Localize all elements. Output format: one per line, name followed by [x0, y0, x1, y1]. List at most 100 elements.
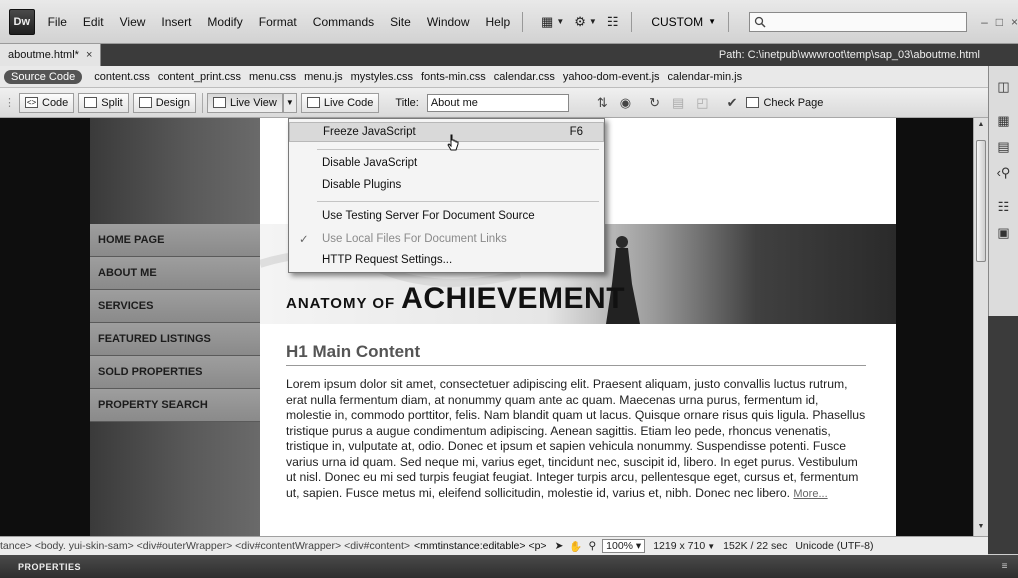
main-heading[interactable]: H1 Main Content — [286, 342, 866, 366]
related-file[interactable]: fonts-min.css — [421, 71, 486, 83]
live-code-button[interactable]: Live Code — [300, 92, 380, 113]
visual-aids-icon[interactable]: ◰ — [696, 95, 708, 111]
live-view-button[interactable]: Live View — [206, 92, 283, 113]
related-file[interactable]: content_print.css — [158, 71, 241, 83]
menu-item-testing-server[interactable]: Use Testing Server For Document Source — [289, 206, 604, 226]
nav-item-featured[interactable]: FEATURED LISTINGS — [90, 323, 260, 356]
menu-file[interactable]: File — [48, 15, 67, 29]
zoom-value: 100% — [606, 540, 634, 552]
left-column: HOME PAGE ABOUT ME SERVICES FEATURED LIS… — [90, 118, 260, 536]
hand-tool-icon[interactable]: ✋ — [569, 540, 582, 553]
preview-browser-icon[interactable]: ◉ — [620, 95, 631, 111]
dreamweaver-window: Dw File Edit View Insert Modify Format C… — [0, 0, 1018, 578]
related-file[interactable]: yahoo-dom-event.js — [563, 71, 660, 83]
nav-item-sold[interactable]: SOLD PROPERTIES — [90, 356, 260, 389]
title-input[interactable]: About me — [426, 93, 569, 112]
menu-site[interactable]: Site — [390, 15, 411, 29]
banner-title: ANATOMY OF ACHIEVEMENT — [286, 282, 625, 316]
search-icon — [754, 16, 766, 28]
nav-item-home[interactable]: HOME PAGE — [90, 224, 260, 257]
select-tool-icon[interactable]: ➤ — [555, 540, 564, 552]
menu-item-label: HTTP Request Settings... — [322, 254, 453, 266]
split-icon — [84, 97, 98, 108]
vertical-scrollbar[interactable]: ▲ ▼ — [973, 118, 988, 536]
extend-gear-icon[interactable]: ⚙ ▼ — [574, 14, 597, 30]
menu-view[interactable]: View — [120, 15, 146, 29]
view-options-icon[interactable]: ▤ — [672, 95, 684, 111]
close-tab-icon[interactable]: × — [86, 49, 92, 61]
scroll-up-icon[interactable]: ▲ — [974, 118, 988, 132]
maximize-icon[interactable]: □ — [996, 15, 1003, 29]
minimize-icon[interactable]: – — [981, 15, 988, 29]
nav-item-about[interactable]: ABOUT ME — [90, 257, 260, 290]
tag-selector[interactable]: tance> <body. yui-skin-sam> <div#outerWr… — [0, 540, 410, 552]
mouse-cursor-icon — [447, 134, 459, 151]
banner-title-small: ANATOMY OF — [286, 295, 396, 312]
css-styles-icon[interactable]: ▦ — [989, 108, 1018, 134]
workspace-label: CUSTOM — [651, 14, 704, 29]
code-inspect-icon[interactable]: ‹⚲ — [989, 160, 1018, 186]
current-tag[interactable]: <mmtinstance:editable> <p> — [414, 540, 547, 552]
window-controls: – □ × — [981, 15, 1018, 29]
checkmark-icon: ✓ — [299, 234, 309, 246]
related-file[interactable]: calendar-min.js — [668, 71, 743, 83]
code-view-button[interactable]: <> Code — [19, 92, 75, 113]
related-file[interactable]: mystyles.css — [351, 71, 413, 83]
menu-item-label: Disable Plugins — [322, 179, 402, 191]
body-paragraph[interactable]: Lorem ipsum dolor sit amet, consectetuer… — [286, 377, 866, 502]
related-file[interactable]: content.css — [94, 71, 150, 83]
split-view-button[interactable]: Split — [78, 92, 129, 113]
site-map-icon[interactable]: ☷ — [989, 194, 1018, 220]
menu-window[interactable]: Window — [427, 15, 470, 29]
menu-item-disable-plugins[interactable]: Disable Plugins — [289, 175, 604, 195]
split-view-label: Split — [101, 96, 123, 109]
panel-dock: ◫ ▦ ▤ ‹⚲ ☷ ▣ — [988, 44, 1018, 554]
workspace-switcher[interactable]: CUSTOM ▼ — [651, 15, 716, 29]
more-link[interactable]: More... — [793, 488, 827, 500]
assets-icon[interactable]: ▣ — [989, 220, 1018, 246]
check-page-button[interactable]: Check Page — [741, 93, 828, 113]
menu-separator — [522, 11, 524, 32]
layout-icon[interactable]: ▦ ▼ — [541, 14, 564, 30]
related-file[interactable]: menu.css — [249, 71, 296, 83]
properties-panel[interactable]: PROPERTIES ≡ — [0, 555, 1018, 578]
menu-insert[interactable]: Insert — [161, 15, 191, 29]
nav-item-search[interactable]: PROPERTY SEARCH — [90, 389, 260, 422]
related-file[interactable]: menu.js — [304, 71, 343, 83]
menu-bar: Dw File Edit View Insert Modify Format C… — [0, 0, 1018, 44]
document-tab-bar: aboutme.html* × Path: C:\inetpub\wwwroot… — [0, 44, 988, 66]
scroll-thumb[interactable] — [976, 140, 986, 262]
close-icon[interactable]: × — [1011, 15, 1018, 29]
menu-edit[interactable]: Edit — [83, 15, 104, 29]
help-search-input[interactable] — [748, 11, 968, 32]
source-code-button[interactable]: Source Code — [4, 69, 83, 84]
live-view-options-button[interactable]: ▼ — [282, 92, 297, 113]
document-tab[interactable]: aboutme.html* × — [0, 44, 102, 66]
zoom-tool-icon[interactable]: ⚲ — [588, 540, 596, 552]
menu-format[interactable]: Format — [259, 15, 297, 29]
chevron-down-icon: ▼ — [708, 17, 717, 26]
menu-help[interactable]: Help — [486, 15, 511, 29]
nav-item-services[interactable]: SERVICES — [90, 290, 260, 323]
related-file[interactable]: calendar.css — [494, 71, 555, 83]
site-tree-icon[interactable]: ☷ — [607, 14, 619, 30]
menu-separator — [317, 201, 599, 202]
file-management-icon[interactable]: ⇅ — [597, 95, 608, 111]
document-path: Path: C:\inetpub\wwwroot\temp\sap_03\abo… — [718, 49, 980, 61]
design-icon — [138, 97, 152, 108]
zoom-select[interactable]: 100% ▾ — [602, 539, 646, 553]
window-size[interactable]: 1219 x 710 — [653, 540, 705, 552]
refresh-icon[interactable]: ↻ — [649, 95, 660, 111]
insert-panel-icon[interactable]: ◫ — [989, 74, 1018, 100]
panel-menu-icon[interactable]: ≡ — [1002, 561, 1008, 572]
banner-title-big: ACHIEVEMENT — [401, 282, 626, 315]
menu-item-http-request-settings[interactable]: HTTP Request Settings... — [289, 250, 604, 270]
validate-icon[interactable]: ✔ — [727, 95, 738, 111]
files-panel-icon[interactable]: ▤ — [989, 134, 1018, 160]
menu-modify[interactable]: Modify — [207, 15, 242, 29]
menu-commands[interactable]: Commands — [313, 15, 374, 29]
design-view-button[interactable]: Design — [132, 92, 196, 113]
menu-item-local-files[interactable]: ✓ Use Local Files For Document Links — [289, 229, 604, 249]
menu-item-disable-javascript[interactable]: Disable JavaScript — [289, 153, 604, 173]
scroll-down-icon[interactable]: ▼ — [974, 520, 988, 534]
